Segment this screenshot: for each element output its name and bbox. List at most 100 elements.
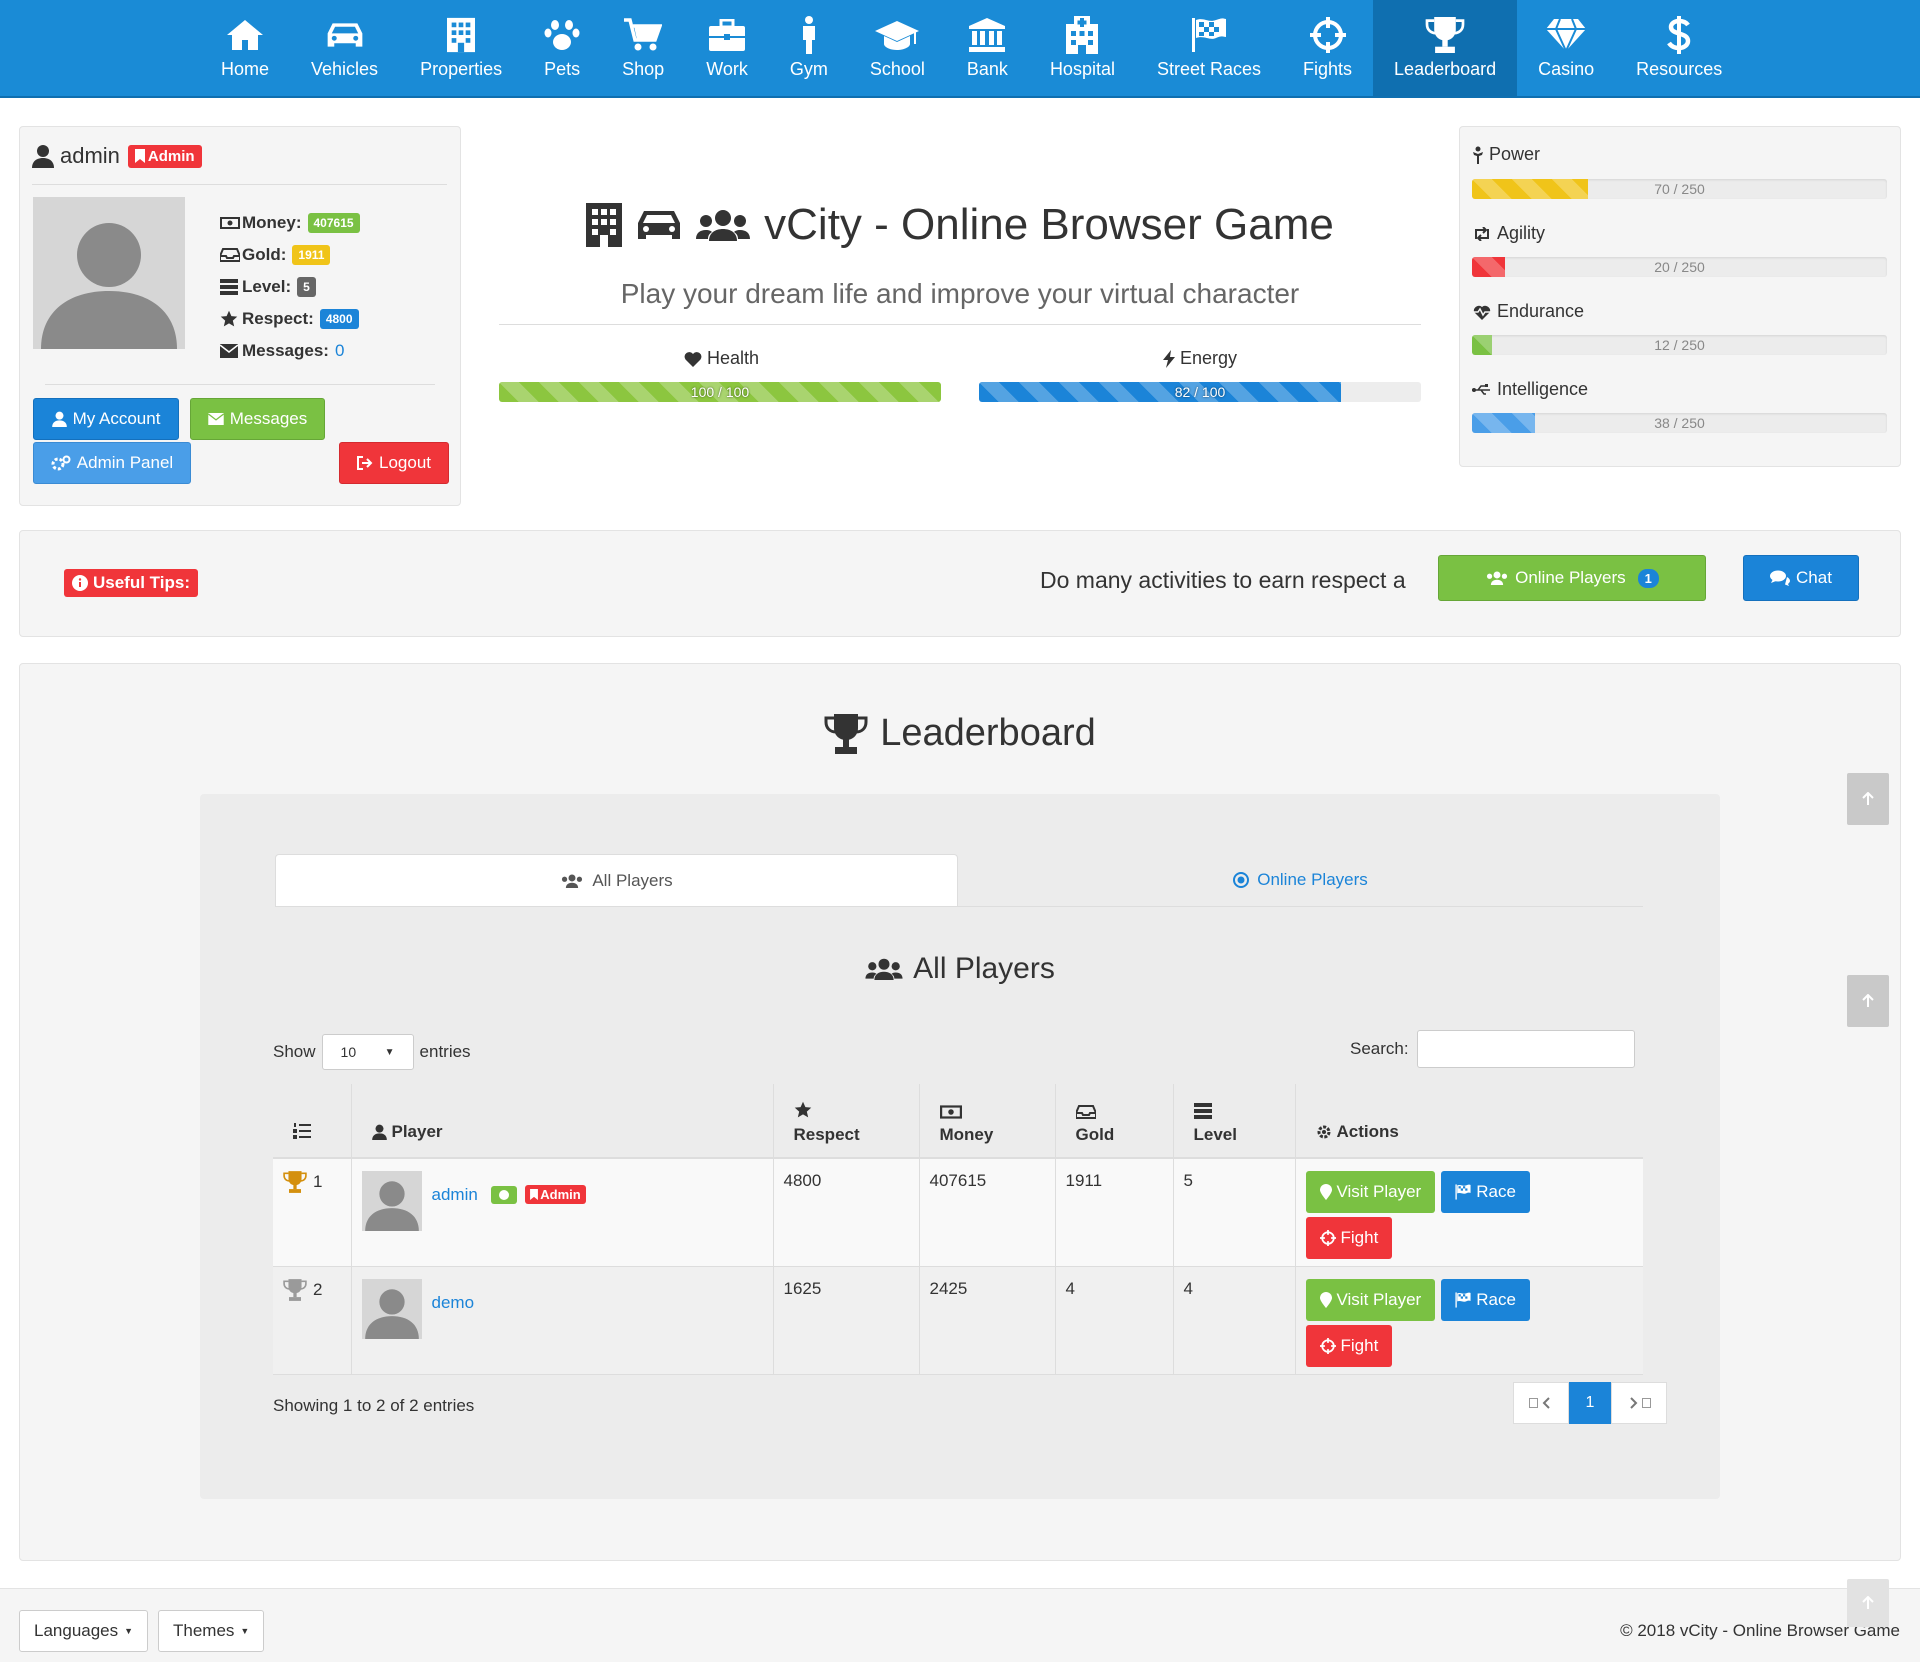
chevron-left-icon [1529, 1397, 1550, 1409]
table-row: 1 admin Admin 4800 407615 1911 5 Visit P… [273, 1158, 1643, 1266]
visit-player-button[interactable]: Visit Player [1305, 1171, 1436, 1213]
chat-button[interactable]: Chat [1743, 555, 1859, 601]
fight-button[interactable]: Fight [1305, 1217, 1393, 1259]
nav-work[interactable]: Work [685, 0, 769, 98]
scroll-top-button[interactable] [1847, 1579, 1889, 1627]
flag-checkered-icon [1191, 16, 1227, 54]
nav-label: Casino [1538, 59, 1595, 79]
nav-label: Pets [544, 59, 581, 79]
tab-online-players[interactable]: Online Players [958, 854, 1643, 906]
nav-properties[interactable]: Properties [399, 0, 523, 98]
messages-count[interactable]: 0 [335, 341, 344, 361]
nav-label: Resources [1636, 59, 1723, 79]
admin-badge-label: Admin [147, 147, 195, 165]
game-subtitle: Play your dream life and improve your vi… [620, 278, 1300, 309]
hospital-icon [1066, 16, 1099, 54]
trophy-icon [283, 1171, 307, 1193]
cart-icon [624, 16, 663, 54]
admin-panel-button[interactable]: Admin Panel [33, 442, 191, 484]
health-label: Health [684, 348, 759, 369]
race-button[interactable]: Race [1441, 1171, 1530, 1213]
next-page-button[interactable] [1611, 1382, 1667, 1424]
game-title: vCity - Online Browser Game [500, 200, 1420, 250]
col-level[interactable]: Level [1173, 1084, 1296, 1158]
my-account-button[interactable]: My Account [33, 398, 179, 440]
nav-home[interactable]: Home [200, 0, 290, 98]
col-actions: Actions [1295, 1084, 1643, 1158]
stat-level: Level: 5 [220, 271, 360, 303]
nav-label: Fights [1303, 59, 1353, 79]
nav-label: Gym [789, 59, 828, 79]
money-badge: 407615 [307, 213, 360, 233]
nav-label: Home [221, 59, 270, 79]
search-box: Search: [1350, 1030, 1635, 1068]
scroll-top-button[interactable] [1847, 975, 1889, 1027]
diamond-icon [1546, 16, 1587, 54]
user-panel: admin Admin Money: 407615 Gold: 1911 Lev… [19, 126, 461, 506]
nav-fights[interactable]: Fights [1282, 0, 1373, 98]
col-player[interactable]: Player [351, 1084, 774, 1158]
logout-button[interactable]: Logout [339, 442, 449, 484]
col-gold[interactable]: Gold [1055, 1084, 1174, 1158]
themes-dropdown[interactable]: Themes ▼ [158, 1610, 265, 1652]
cog-icon [1317, 1125, 1330, 1139]
visit-player-button[interactable]: Visit Player [1305, 1278, 1436, 1321]
header-divider [499, 324, 1421, 325]
nav-leaderboard[interactable]: Leaderboard [1373, 0, 1518, 98]
sign-out-icon [357, 456, 373, 470]
user-stats: Money: 407615 Gold: 1911 Level: 5 Respec… [220, 207, 360, 367]
paw-icon [544, 16, 580, 54]
languages-dropdown[interactable]: Languages ▼ [19, 1610, 149, 1652]
leaderboard-title: Leaderboard [20, 712, 1900, 755]
scroll-top-button[interactable] [1847, 773, 1889, 825]
trophy-icon [1425, 16, 1465, 54]
nav-hospital[interactable]: Hospital [1029, 0, 1136, 98]
inbox-icon [220, 248, 240, 262]
actions-cell: Visit Player Race Fight [1295, 1158, 1643, 1266]
page-size-select[interactable]: 10 ▼ [321, 1034, 414, 1070]
nav-shop[interactable]: Shop [601, 0, 685, 98]
fight-button[interactable]: Fight [1305, 1324, 1393, 1367]
nav-gym[interactable]: Gym [769, 0, 849, 98]
race-button[interactable]: Race [1441, 1278, 1530, 1321]
search-input[interactable] [1416, 1030, 1635, 1068]
col-rank[interactable] [273, 1084, 352, 1158]
nav-vehicles[interactable]: Vehicles [290, 0, 399, 98]
online-players-button[interactable]: Online Players 1 [1438, 555, 1706, 601]
star-icon [794, 1101, 811, 1118]
prev-page-button[interactable] [1513, 1382, 1569, 1424]
stat-messages: Messages: 0 [220, 335, 360, 367]
col-respect[interactable]: Respect [773, 1084, 920, 1158]
messages-button[interactable]: Messages [190, 398, 325, 440]
heart-icon [684, 351, 702, 367]
nav-street-races[interactable]: Street Races [1136, 0, 1282, 98]
crosshairs-icon [1309, 16, 1346, 54]
player-name-link[interactable]: demo [432, 1293, 475, 1312]
nav-school[interactable]: School [849, 0, 946, 98]
admin-badge: Admin [525, 1185, 586, 1204]
retweet-icon [1475, 226, 1489, 241]
arrow-up-icon [1862, 792, 1874, 805]
pagination: 1 [1513, 1382, 1667, 1424]
nav-resources[interactable]: Resources [1615, 0, 1743, 98]
tab-all-players[interactable]: All Players [275, 854, 958, 906]
dot-circle-icon [1233, 872, 1250, 888]
bookmark-icon [134, 149, 145, 163]
building-icon [586, 203, 623, 247]
player-name-link[interactable]: admin [432, 1185, 478, 1204]
rank-cell: 1 [273, 1158, 352, 1266]
tips-panel: Useful Tips: Do many activities to earn … [19, 530, 1901, 637]
nav-casino[interactable]: Casino [1517, 0, 1615, 98]
attr-intelligence-label: Intelligence [1472, 379, 1588, 400]
user-icon [371, 1124, 387, 1140]
col-money[interactable]: Money [919, 1084, 1056, 1158]
user-name: admin [60, 143, 120, 168]
trophy-icon [283, 1278, 307, 1301]
level-badge: 5 [297, 277, 316, 297]
caret-down-icon: ▼ [124, 1626, 134, 1636]
page-1-button[interactable]: 1 [1569, 1382, 1611, 1424]
nav-pets[interactable]: Pets [523, 0, 601, 98]
inbox-icon [1075, 1105, 1096, 1119]
stat-respect: Respect: 4800 [220, 303, 360, 335]
nav-bank[interactable]: Bank [946, 0, 1029, 98]
